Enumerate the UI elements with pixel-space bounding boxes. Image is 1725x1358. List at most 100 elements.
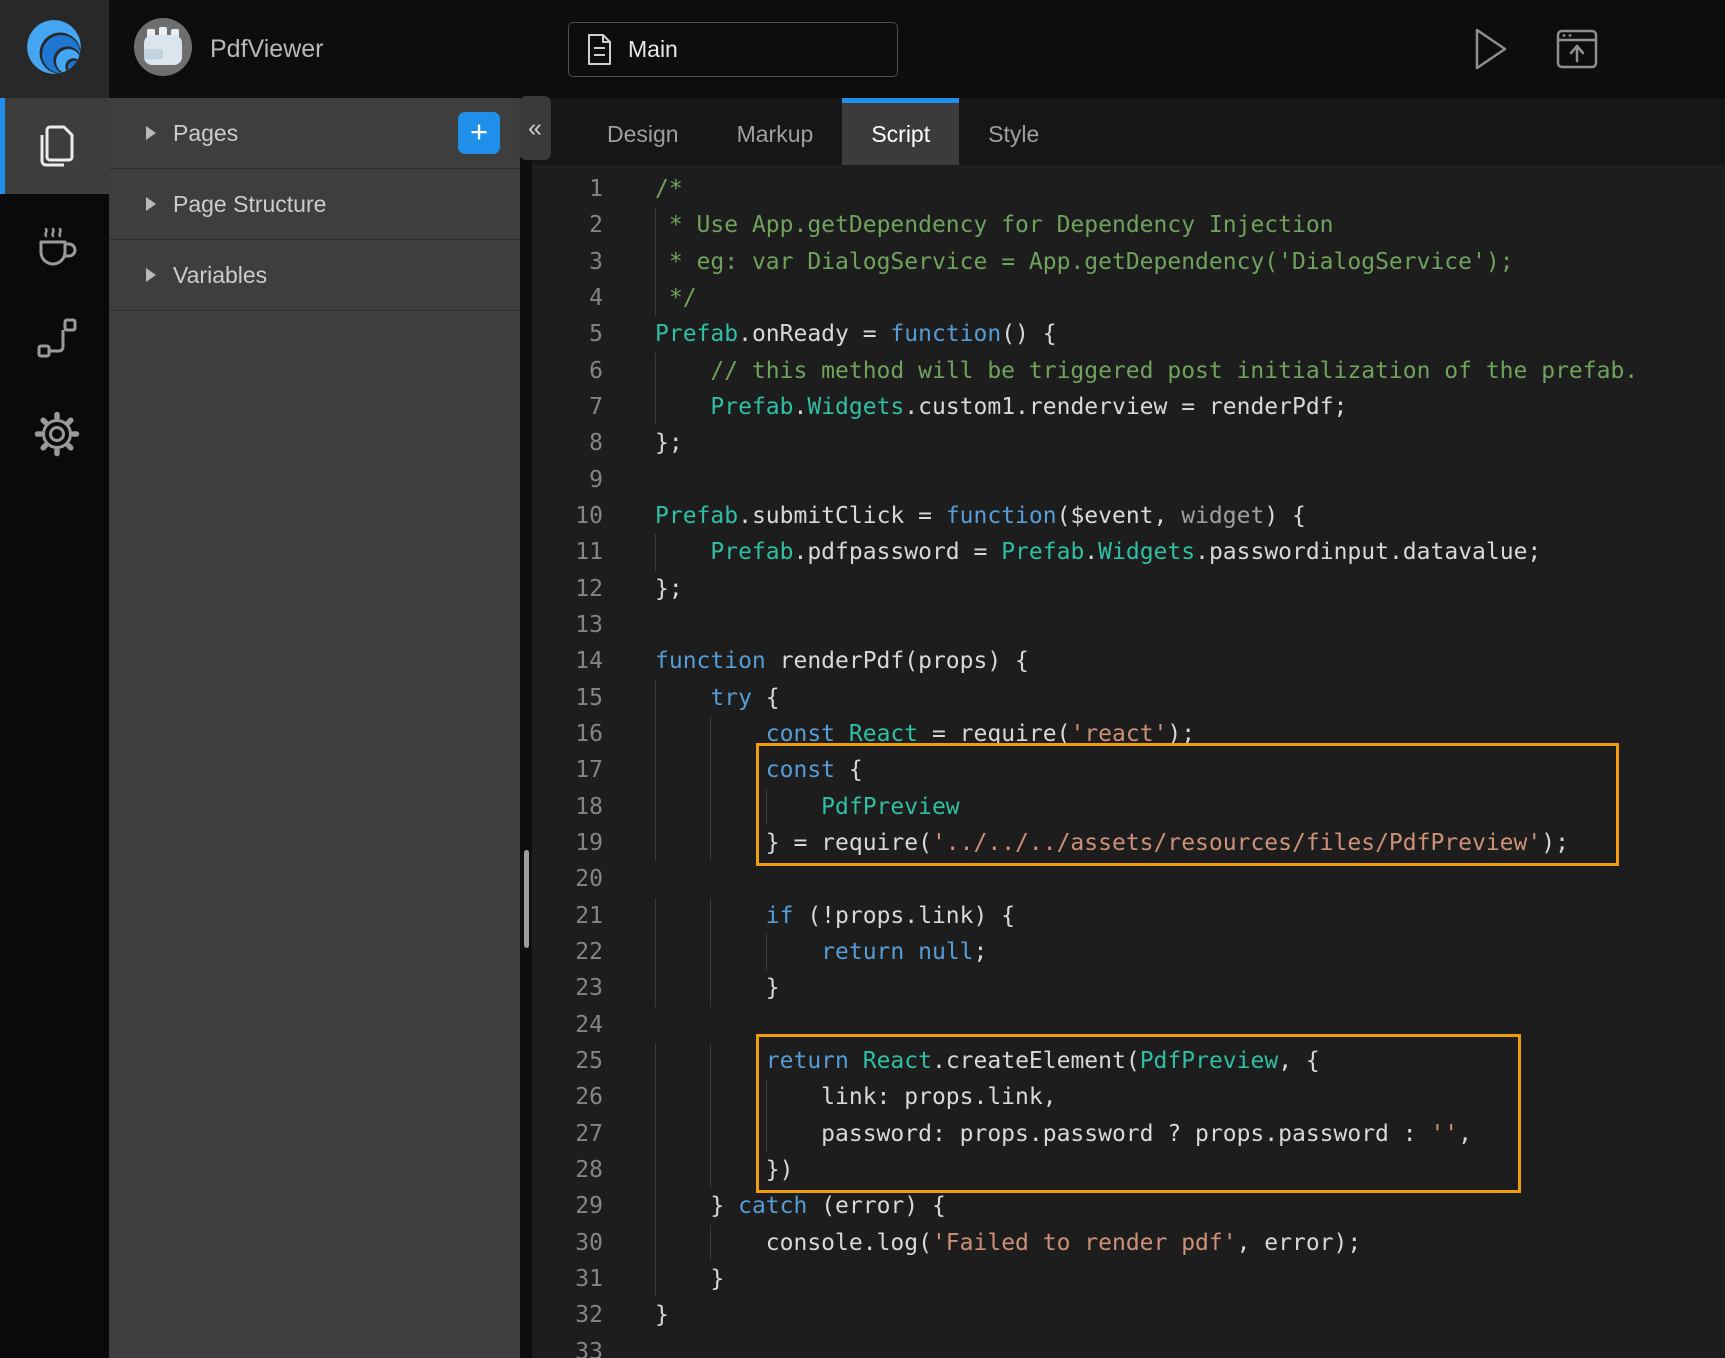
editor-tabbar: Design Markup Script Style bbox=[532, 98, 1725, 165]
line-number: 28 bbox=[532, 1152, 603, 1188]
wavemaker-logo[interactable] bbox=[0, 0, 109, 98]
wavemaker-wave-icon bbox=[22, 16, 88, 82]
code-line: 22 return null; bbox=[532, 934, 1725, 970]
indent-guide bbox=[655, 1043, 656, 1079]
preview-button[interactable] bbox=[1554, 26, 1600, 72]
rail-item-orchestration[interactable] bbox=[0, 290, 109, 386]
line-number: 6 bbox=[532, 353, 603, 389]
code-text: * Use App.getDependency for Dependency I… bbox=[655, 207, 1334, 243]
code-text: return null; bbox=[655, 934, 987, 970]
indent-guide bbox=[655, 207, 656, 243]
tab-script[interactable]: Script bbox=[842, 98, 959, 165]
line-number: 10 bbox=[532, 498, 603, 534]
coffee-cup-icon bbox=[31, 216, 83, 268]
code-text: }; bbox=[655, 571, 683, 607]
line-number: 20 bbox=[532, 861, 603, 897]
line-number: 12 bbox=[532, 571, 603, 607]
code-line: 14function renderPdf(props) { bbox=[532, 643, 1725, 679]
line-number: 8 bbox=[532, 425, 603, 461]
line-number: 24 bbox=[532, 1007, 603, 1043]
code-text: } bbox=[655, 970, 780, 1006]
line-number: 31 bbox=[532, 1261, 603, 1297]
window-upload-icon bbox=[1555, 27, 1599, 71]
line-number: 1 bbox=[532, 171, 603, 207]
indent-guide bbox=[655, 970, 656, 1006]
chevron-right-icon bbox=[146, 268, 156, 282]
code-line: 32} bbox=[532, 1297, 1725, 1333]
code-text: Prefab.onReady = function() { bbox=[655, 316, 1057, 352]
tab-style[interactable]: Style bbox=[959, 98, 1068, 165]
code-line: 26 link: props.link, bbox=[532, 1079, 1725, 1115]
code-text: // this method will be triggered post in… bbox=[655, 353, 1638, 389]
code-editor[interactable]: 1/*2 * Use App.getDependency for Depende… bbox=[532, 165, 1725, 1358]
indent-guide bbox=[655, 680, 656, 716]
play-icon bbox=[1473, 27, 1509, 71]
code-text: const React = require('react'); bbox=[655, 716, 1195, 752]
tab-design[interactable]: Design bbox=[578, 98, 708, 165]
code-line: 28 }) bbox=[532, 1152, 1725, 1188]
section-pages[interactable]: Pages + bbox=[109, 98, 520, 169]
section-page-structure[interactable]: Page Structure bbox=[109, 169, 520, 240]
indent-guide bbox=[710, 970, 711, 1006]
code-line: 31 } bbox=[532, 1261, 1725, 1297]
panel-editor-divider bbox=[520, 98, 532, 1358]
page-selector[interactable]: Main bbox=[568, 22, 898, 77]
code-text: Prefab.Widgets.custom1.renderview = rend… bbox=[655, 389, 1347, 425]
section-pages-label: Pages bbox=[173, 120, 238, 147]
section-variables[interactable]: Variables bbox=[109, 240, 520, 311]
indent-guide bbox=[655, 789, 656, 825]
indent-guide bbox=[766, 934, 767, 970]
code-line: 6 // this method will be triggered post … bbox=[532, 353, 1725, 389]
code-line: 4 */ bbox=[532, 280, 1725, 316]
code-text: * eg: var DialogService = App.getDepende… bbox=[655, 244, 1514, 280]
code-line: 10Prefab.submitClick = function($event, … bbox=[532, 498, 1725, 534]
indent-guide bbox=[710, 825, 711, 861]
page-selector-label: Main bbox=[628, 36, 678, 63]
line-number: 2 bbox=[532, 207, 603, 243]
code-text: if (!props.link) { bbox=[655, 898, 1015, 934]
code-line: 20 bbox=[532, 861, 1725, 897]
line-number: 11 bbox=[532, 534, 603, 570]
code-line: 24 bbox=[532, 1007, 1725, 1043]
indent-guide bbox=[655, 1261, 656, 1297]
code-text: }; bbox=[655, 425, 683, 461]
indent-guide bbox=[766, 1079, 767, 1115]
section-variables-label: Variables bbox=[173, 262, 267, 289]
line-number: 29 bbox=[532, 1188, 603, 1224]
code-line: 19 } = require('../../../assets/resource… bbox=[532, 825, 1725, 861]
line-number: 27 bbox=[532, 1116, 603, 1152]
indent-guide bbox=[710, 1079, 711, 1115]
line-number: 17 bbox=[532, 752, 603, 788]
add-page-button[interactable]: + bbox=[458, 112, 500, 154]
rail-item-pages[interactable] bbox=[0, 98, 109, 194]
line-number: 3 bbox=[532, 244, 603, 280]
section-page-structure-label: Page Structure bbox=[173, 191, 326, 218]
collapse-panel-button[interactable]: « bbox=[519, 96, 551, 160]
line-number: 21 bbox=[532, 898, 603, 934]
rail-item-settings[interactable] bbox=[0, 386, 109, 482]
code-text: Prefab.pdfpassword = Prefab.Widgets.pass… bbox=[655, 534, 1541, 570]
indent-guide bbox=[655, 825, 656, 861]
code-line: 12}; bbox=[532, 571, 1725, 607]
tab-markup[interactable]: Markup bbox=[708, 98, 843, 165]
code-text: link: props.link, bbox=[655, 1079, 1057, 1115]
code-line: 17 const { bbox=[532, 752, 1725, 788]
indent-guide bbox=[710, 789, 711, 825]
indent-guide bbox=[710, 1043, 711, 1079]
run-button[interactable] bbox=[1468, 26, 1514, 72]
indent-guide bbox=[766, 1116, 767, 1152]
scrollbar-thumb[interactable] bbox=[524, 850, 529, 948]
line-number: 33 bbox=[532, 1334, 603, 1358]
code-text: PdfPreview bbox=[655, 789, 960, 825]
rail-item-java-services[interactable] bbox=[0, 194, 109, 290]
line-number: 14 bbox=[532, 643, 603, 679]
editor-area: Design Markup Script Style 1/*2 * Use Ap… bbox=[532, 98, 1725, 1358]
indent-guide bbox=[655, 244, 656, 280]
line-number: 19 bbox=[532, 825, 603, 861]
prefab-avatar-icon[interactable] bbox=[133, 17, 193, 77]
code-text: try { bbox=[655, 680, 780, 716]
line-number: 5 bbox=[532, 316, 603, 352]
chevron-right-icon bbox=[146, 126, 156, 140]
line-number: 26 bbox=[532, 1079, 603, 1115]
line-number: 9 bbox=[532, 462, 603, 498]
